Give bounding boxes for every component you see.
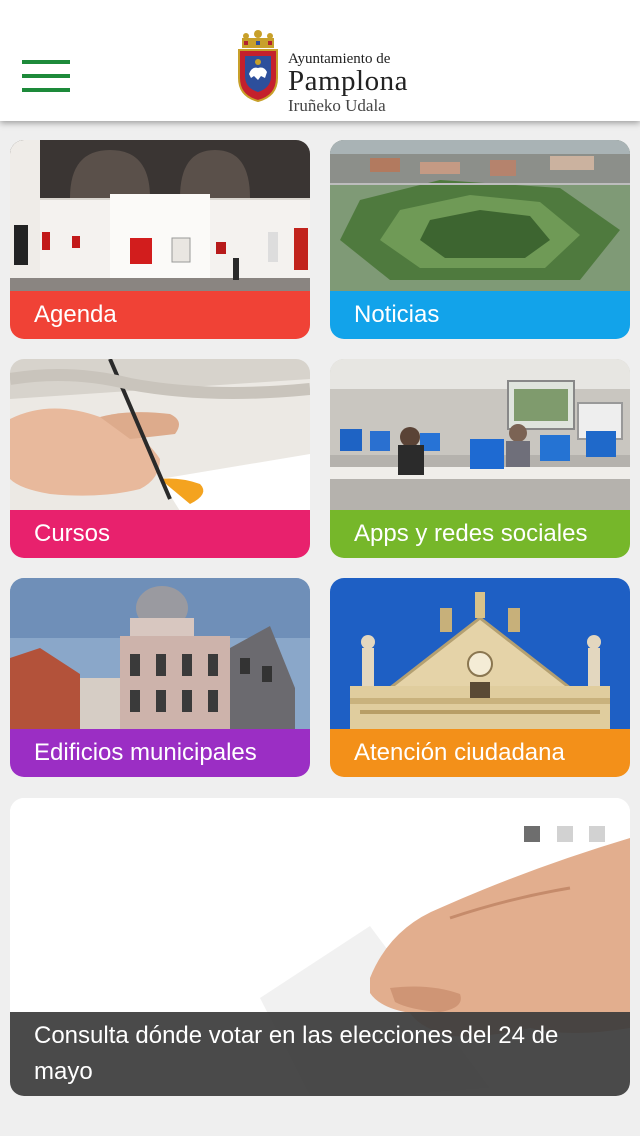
carousel-dot-1[interactable]: [524, 826, 541, 842]
carousel-indicator: [512, 826, 605, 847]
apps-computer-room-image: [330, 359, 630, 511]
logo-line-pamplona: Pamplona: [288, 65, 408, 97]
tile-edificios-municipales[interactable]: Edificios municipales: [10, 578, 310, 777]
tile-label: Agenda: [10, 291, 310, 339]
news-banner-carousel[interactable]: Consulta dónde votar en las elecciones d…: [10, 798, 630, 1096]
tile-label: Atención ciudadana: [330, 729, 630, 777]
agenda-exhibition-image: [10, 140, 310, 292]
tile-agenda[interactable]: Agenda: [10, 140, 310, 339]
tile-label: Noticias: [330, 291, 630, 339]
app-header: Ayuntamiento de Pamplona Iruñeko Udala: [0, 0, 640, 121]
pamplona-logo[interactable]: Ayuntamiento de Pamplona Iruñeko Udala: [236, 30, 416, 115]
edificios-building-image: [10, 578, 310, 730]
hamburger-menu-icon[interactable]: [22, 60, 70, 94]
logo-line-irunekoudala: Iruñeko Udala: [288, 96, 386, 115]
tile-label: Edificios municipales: [10, 729, 310, 777]
tile-cursos[interactable]: Cursos: [10, 359, 310, 558]
banner-caption[interactable]: Consulta dónde votar en las elecciones d…: [10, 1012, 630, 1096]
tile-noticias[interactable]: Noticias: [330, 140, 630, 339]
tile-apps-redes-sociales[interactable]: Apps y redes sociales: [330, 359, 630, 558]
tile-label: Apps y redes sociales: [330, 510, 630, 558]
tile-atencion-ciudadana[interactable]: Atención ciudadana: [330, 578, 630, 777]
tile-label: Cursos: [10, 510, 310, 558]
coat-of-arms-icon: [238, 30, 278, 102]
cursos-painting-hand-image: [10, 359, 310, 511]
carousel-dot-3[interactable]: [589, 826, 605, 842]
logo-text: Ayuntamiento de Pamplona Iruñeko Udala: [288, 52, 408, 115]
menu-bar: [22, 60, 70, 64]
menu-bar: [22, 88, 70, 92]
carousel-dot-2[interactable]: [556, 826, 573, 842]
menu-bar: [22, 74, 70, 78]
atencion-town-hall-image: [330, 578, 630, 730]
noticias-aerial-city-image: [330, 140, 630, 292]
